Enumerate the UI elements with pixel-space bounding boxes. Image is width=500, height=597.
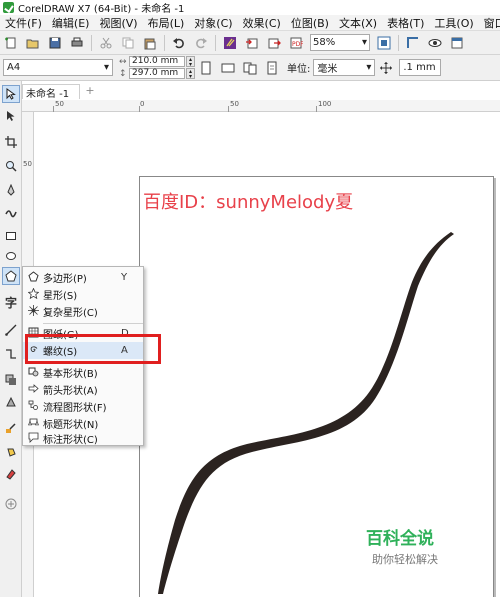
flyout-item-complex-star[interactable]: 复杂星形(C) xyxy=(23,303,143,320)
complex-star-icon xyxy=(23,304,43,319)
flyout-item-label: 复杂星形(C) xyxy=(43,308,98,319)
flyout-item-star[interactable]: 星形(S) xyxy=(23,286,143,303)
highlight-box xyxy=(25,334,161,364)
basic-shapes-icon xyxy=(23,366,43,380)
flyout-item-label: 标题形状(N) xyxy=(43,420,99,431)
flyout-item-label: 流程图形状(F) xyxy=(43,403,107,414)
brand-logo-text: 百科全说 xyxy=(366,529,434,549)
brand-tagline: 助你轻松解决 xyxy=(372,553,438,566)
arrow-shapes-icon xyxy=(23,383,43,397)
callout-shapes-icon xyxy=(23,432,43,446)
flyout-shortcut: Y xyxy=(121,272,128,283)
flyout-item-label: 多边形(P) xyxy=(43,274,87,285)
flyout-item-label: 星形(S) xyxy=(43,291,78,302)
flyout-item-basic-shapes[interactable]: 基本形状(B) xyxy=(23,364,143,381)
flyout-item-arrow-shapes[interactable]: 箭头形状(A) xyxy=(23,381,143,398)
star-icon xyxy=(23,286,43,302)
flyout-item-label: 标注形状(C) xyxy=(43,435,98,446)
flyout-item-label: 基本形状(B) xyxy=(43,369,98,380)
flyout-item-callout-shapes[interactable]: 标注形状(C) xyxy=(23,430,143,447)
flowchart-shapes-icon xyxy=(23,400,43,414)
flyout-item-polygon[interactable]: 多边形(P) Y xyxy=(23,269,143,286)
flyout-item-label: 箭头形状(A) xyxy=(43,386,98,397)
polygon-icon xyxy=(23,270,43,285)
menu-divider xyxy=(43,323,143,324)
flyout-item-flowchart-shapes[interactable]: 流程图形状(F) xyxy=(23,398,143,415)
banner-shapes-icon xyxy=(23,417,43,431)
watermark-text: 百度ID：sunnyMelody夏 xyxy=(143,192,354,213)
